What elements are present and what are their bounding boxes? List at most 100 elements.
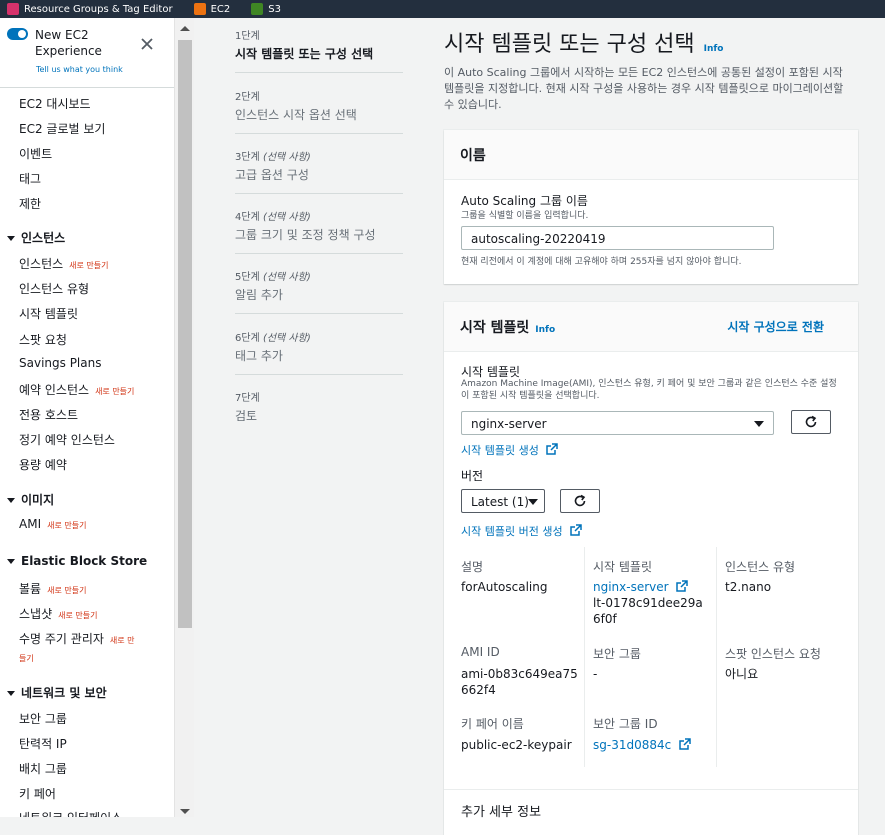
sidebar-item-launch-templates[interactable]: 시작 템플릿 [19,305,78,322]
ec2-icon [193,3,206,15]
service-shortcut-label: EC2 [210,3,231,15]
wizard-step-5: 5단계 (선택 사항) 알림 추가 [235,268,403,303]
sidebar-item-dedicated-hosts[interactable]: 전용 호스트 [19,406,78,423]
sidebar-navigation: New EC2 Experience Tell us what you thin… [0,18,174,817]
sidebar-section-label: Elastic Block Store [21,554,148,568]
external-link-icon [679,738,691,750]
launch-template-selected-value: nginx-server [471,417,547,431]
sidebar-item-snapshots[interactable]: 스냅샷 새로 만들기 [19,605,97,622]
detail-ami-label: AMI ID [461,645,500,659]
refresh-templates-button[interactable] [791,410,831,434]
sidebar-item-lifecycle-manager[interactable]: 수명 주기 관리자 새로 만 [19,630,135,647]
sidebar-item-limits[interactable]: 제한 [19,195,41,212]
new-badge: 새로 만들기 [58,611,98,620]
wizard-step-7: 7단계 검토 [235,389,403,424]
service-shortcut-resource-groups[interactable]: Resource Groups & Tag Editor [0,3,173,15]
page-description: 이 Auto Scaling 그룹에서 시작하는 모든 EC2 인스턴스에 공통… [444,66,844,111]
scroll-up-arrow-icon[interactable] [180,26,190,31]
sidebar-item-tags[interactable]: 태그 [19,170,41,187]
step-divider [235,72,403,73]
sidebar-item-ec2-dashboard[interactable]: EC2 대시보드 [19,95,91,112]
step-title: 시작 템플릿 또는 구성 선택 [235,47,374,61]
sidebar-section-network-security[interactable]: 네트워크 및 보안 [7,684,107,701]
sidebar-item-ec2-global-view[interactable]: EC2 글로벌 보기 [19,120,105,137]
detail-spot-request-label: 스팟 인스턴스 요청 [725,647,821,661]
sidebar-item-events[interactable]: 이벤트 [19,145,52,162]
name-card: 이름 Auto Scaling 그룹 이름 그룹을 식별할 이름을 입력합니다.… [444,130,858,284]
sidebar-section-images[interactable]: 이미지 [7,491,54,508]
chevron-down-icon [7,691,15,696]
sidebar-item-network-interfaces[interactable]: 네트워크 인터페이스 [19,809,122,817]
chevron-down-icon [7,236,15,241]
sidebar-item-security-groups[interactable]: 보안 그룹 [19,710,67,727]
link-text: 시작 템플릿 생성 [461,444,539,457]
new-badge: 새로 만들기 [95,387,135,396]
additional-details-toggle[interactable]: 추가 세부 정보 [461,801,541,820]
scrollbar-thumb[interactable] [178,40,192,628]
new-badge: 새로 만 [109,636,135,645]
sidebar-scrollbar[interactable] [174,18,194,817]
step-divider [235,193,403,194]
new-experience-toggle[interactable] [7,28,28,40]
step-title: 그룹 크기 및 조정 정책 구성 [235,228,376,242]
page-info-link[interactable]: Info [704,44,724,54]
sidebar-item-label: AMI [19,517,42,531]
sidebar-item-placement-groups[interactable]: 배치 그룹 [19,760,67,777]
asg-name-input[interactable]: autoscaling-20220419 [461,226,774,250]
step-title: 태그 추가 [235,349,283,363]
sidebar-item-instance-types[interactable]: 인스턴스 유형 [19,280,89,297]
sidebar-item-scheduled-instances[interactable]: 정기 예약 인스턴스 [19,431,115,448]
wizard-step-2: 2단계 인스턴스 시작 옵션 선택 [235,88,403,123]
card-title: 시작 템플릿 [460,320,530,336]
template-info-link[interactable]: Info [535,325,555,335]
wizard-step-4: 4단계 (선택 사항) 그룹 크기 및 조정 정책 구성 [235,208,403,243]
sidebar-item-volumes[interactable]: 볼륨 새로 만들기 [19,580,86,597]
sidebar-divider [0,87,174,88]
sidebar-item-spot-requests[interactable]: 스팟 요청 [19,331,67,348]
launch-template-select[interactable]: nginx-server [461,411,774,435]
version-label: 버전 [461,469,484,483]
step-number: 2단계 [235,92,260,103]
sidebar-item-reserved-instances[interactable]: 예약 인스턴스 새로 만들기 [19,381,134,398]
step-number: 5단계 [235,272,260,283]
sidebar-item-label: 예약 인스턴스 [19,383,90,397]
feedback-link[interactable]: Tell us what you think [36,65,123,74]
sidebar-item-key-pairs[interactable]: 키 페어 [19,785,56,802]
sidebar-section-label: 이미지 [21,493,55,507]
step-divider [235,374,403,375]
create-launch-template-link[interactable]: 시작 템플릿 생성 [461,442,559,458]
switch-to-launch-configuration-link[interactable]: 시작 구성으로 전환 [727,318,824,335]
sidebar-item-savings-plans[interactable]: Savings Plans [19,356,101,370]
service-shortcut-ec2[interactable]: EC2 [187,3,231,15]
refresh-versions-button[interactable] [560,489,600,513]
column-divider [584,547,585,767]
refresh-icon [574,494,586,507]
sidebar-item-capacity-reservations[interactable]: 용량 예약 [19,456,67,473]
sidebar-item-ami[interactable]: AMI 새로 만들기 [19,517,86,531]
external-link-icon [570,524,582,536]
detail-template-link[interactable]: nginx-server [593,579,689,595]
detail-template-label: 시작 템플릿 [593,560,653,574]
create-template-version-link[interactable]: 시작 템플릿 버전 생성 [461,523,582,539]
scroll-down-arrow-icon[interactable] [180,809,190,814]
step-number: 1단계 [235,31,260,42]
wizard-step-1[interactable]: 1단계 시작 템플릿 또는 구성 선택 [235,27,403,62]
new-badge: 들기 [19,654,34,663]
refresh-icon [805,415,817,428]
sidebar-item-instances[interactable]: 인스턴스 새로 만들기 [19,255,109,272]
card-header: 이름 [444,130,858,180]
step-divider [235,313,403,314]
step-optional: (선택 사항) [262,272,311,283]
step-title: 검토 [235,409,258,423]
sidebar-item-label: 수명 주기 관리자 [19,632,104,646]
wizard-step-6: 6단계 (선택 사항) 태그 추가 [235,329,403,364]
close-icon[interactable] [140,36,154,55]
sidebar-section-ebs[interactable]: Elastic Block Store [7,554,147,568]
new-experience-line1: New EC2 [35,28,89,42]
detail-security-group-id-link[interactable]: sg-31d0884c [593,737,691,753]
step-number: 7단계 [235,393,260,404]
sidebar-section-instances[interactable]: 인스턴스 [7,229,65,246]
service-shortcut-s3[interactable]: S3 [244,3,281,15]
version-select[interactable]: Latest (1) [461,489,545,513]
sidebar-item-elastic-ips[interactable]: 탄력적 IP [19,735,67,752]
